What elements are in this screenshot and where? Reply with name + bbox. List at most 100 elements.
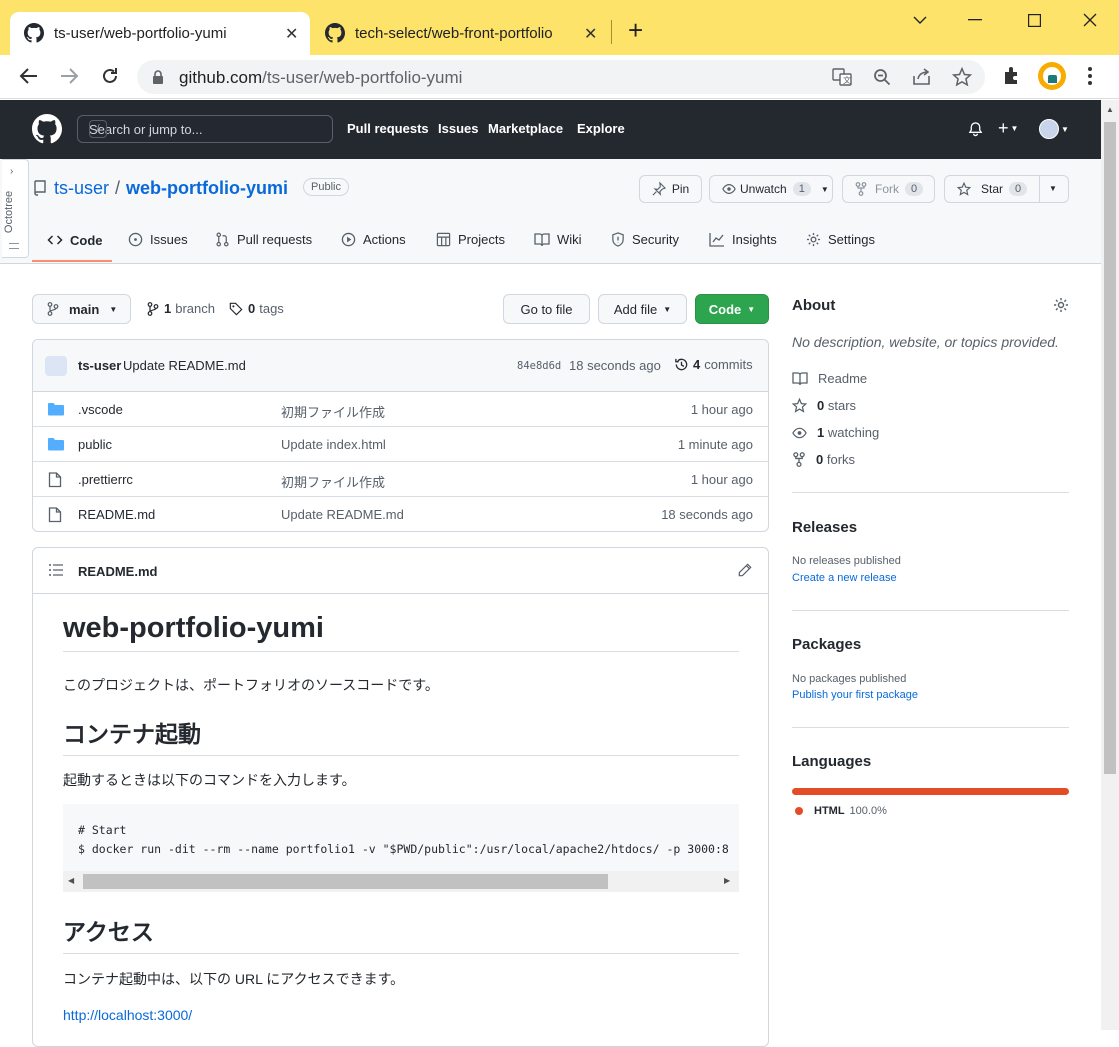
file-commit-message[interactable]: 初期ファイル作成: [281, 472, 385, 491]
releases-empty-text: No releases published: [792, 555, 901, 567]
tags-link[interactable]: 0 tags: [229, 301, 284, 316]
file-row[interactable]: .prettierrc 初期ファイル作成 1 hour ago: [33, 462, 768, 497]
extensions-icon[interactable]: [1002, 66, 1022, 86]
tab-security[interactable]: Security: [611, 232, 679, 247]
scroll-right-icon[interactable]: ▶: [724, 876, 730, 885]
maximize-icon[interactable]: [1014, 8, 1054, 32]
pencil-edit-icon[interactable]: [738, 563, 752, 577]
scrollbar-thumb[interactable]: [1104, 122, 1116, 774]
language-item[interactable]: HTML 100.0%: [795, 805, 887, 817]
readme-link[interactable]: Readme: [792, 371, 867, 386]
create-new-plus-icon[interactable]: + ▼: [998, 119, 1018, 138]
tab-insights-label: Insights: [732, 232, 777, 247]
forks-link[interactable]: 0 forks: [792, 452, 855, 467]
file-name[interactable]: public: [78, 437, 112, 452]
tab-settings[interactable]: Settings: [806, 232, 875, 247]
repo-owner-link[interactable]: ts-user: [54, 178, 109, 199]
github-logo-icon[interactable]: [32, 114, 62, 144]
reload-icon[interactable]: [100, 66, 120, 86]
tab-search-icon[interactable]: [900, 8, 940, 32]
gear-icon[interactable]: [1053, 297, 1069, 313]
file-name[interactable]: .prettierrc: [78, 472, 133, 487]
tab-projects[interactable]: Projects: [436, 232, 505, 247]
page-vertical-scrollbar[interactable]: ▲: [1101, 100, 1119, 1030]
repo-name-link[interactable]: web-portfolio-yumi: [126, 178, 288, 199]
commit-author[interactable]: ts-user: [78, 358, 121, 373]
publish-package-link[interactable]: Publish your first package: [792, 689, 918, 701]
file-row[interactable]: README.md Update README.md 18 seconds ag…: [33, 497, 768, 531]
new-tab-button[interactable]: +: [628, 16, 643, 44]
gear-icon: [806, 232, 821, 247]
file-name[interactable]: .vscode: [78, 402, 123, 417]
horizontal-scrollbar[interactable]: ◀ ▶: [63, 871, 739, 892]
releases-title[interactable]: Releases: [792, 519, 857, 536]
list-unordered-icon[interactable]: [49, 564, 63, 576]
commits-history-link[interactable]: 4 commits: [674, 357, 753, 372]
notification-bell-icon[interactable]: [968, 121, 983, 137]
user-avatar-menu[interactable]: ▼: [1039, 119, 1069, 139]
author-avatar[interactable]: [45, 356, 67, 376]
add-file-button[interactable]: Add file ▼: [598, 294, 687, 324]
commit-sha[interactable]: 84e8d6d: [517, 360, 561, 372]
watching-link[interactable]: 1 watching: [792, 425, 879, 440]
create-release-link[interactable]: Create a new release: [792, 572, 897, 584]
file-name[interactable]: README.md: [78, 507, 155, 522]
pin-button[interactable]: Pin: [639, 175, 702, 203]
file-commit-message[interactable]: Update index.html: [281, 437, 386, 452]
translate-icon[interactable]: 文: [832, 68, 852, 86]
code-button[interactable]: Code ▼: [695, 294, 769, 324]
share-icon[interactable]: [912, 68, 932, 86]
close-tab-icon[interactable]: ✕: [584, 24, 597, 44]
tab-pull-requests[interactable]: Pull requests: [215, 232, 312, 247]
unwatch-button[interactable]: Unwatch 1 ▼: [709, 175, 833, 203]
branches-link[interactable]: 1 branch: [147, 301, 215, 316]
minimize-icon[interactable]: [955, 8, 995, 32]
bookmark-star-icon[interactable]: [952, 67, 972, 87]
close-tab-icon[interactable]: ✕: [285, 24, 298, 44]
address-bar[interactable]: github.com/ts-user/web-portfolio-yumi 文: [137, 60, 985, 94]
forward-icon[interactable]: [59, 66, 79, 86]
readme-link[interactable]: http://localhost:3000/: [63, 1007, 192, 1023]
readme-filename[interactable]: README.md: [78, 564, 157, 579]
zoom-icon[interactable]: [873, 68, 891, 86]
close-window-icon[interactable]: [1070, 8, 1110, 32]
nav-pull-requests[interactable]: Pull requests: [347, 121, 429, 136]
tab-issues[interactable]: Issues: [128, 232, 188, 247]
file-row[interactable]: public Update index.html 1 minute ago: [33, 427, 768, 462]
back-icon[interactable]: [19, 66, 39, 86]
commit-message[interactable]: Update README.md: [123, 358, 246, 373]
user-avatar-icon: [1039, 119, 1059, 139]
octotree-toggle[interactable]: › Octotree: [2, 159, 29, 258]
star-button[interactable]: Star 0 ▼: [944, 175, 1069, 203]
file-row[interactable]: .vscode 初期ファイル作成 1 hour ago: [33, 392, 768, 427]
tab-code[interactable]: Code: [47, 232, 103, 248]
nav-issues[interactable]: Issues: [438, 121, 478, 136]
tab-insights[interactable]: Insights: [709, 232, 777, 247]
packages-title[interactable]: Packages: [792, 636, 861, 653]
lock-icon[interactable]: [152, 70, 164, 84]
scrollbar-thumb[interactable]: [83, 874, 608, 889]
chrome-menu-icon[interactable]: [1087, 66, 1093, 86]
stars-link[interactable]: 0 stars: [792, 398, 856, 413]
file-icon: [48, 507, 62, 523]
scroll-left-icon[interactable]: ◀: [68, 876, 74, 885]
file-commit-message[interactable]: 初期ファイル作成: [281, 402, 385, 421]
go-to-file-button[interactable]: Go to file: [503, 294, 590, 324]
star-list-caret-icon[interactable]: ▼: [1049, 184, 1057, 193]
language-bar: [792, 788, 1069, 795]
nav-explore[interactable]: Explore: [577, 121, 625, 136]
tab-actions[interactable]: Actions: [341, 232, 406, 247]
profile-avatar[interactable]: [1038, 62, 1066, 90]
caret-down-icon: ▼: [820, 184, 829, 194]
tab-wiki[interactable]: Wiki: [534, 232, 582, 247]
branch-select-button[interactable]: main ▼: [32, 294, 131, 324]
scroll-up-icon[interactable]: ▲: [1106, 105, 1114, 114]
tab-divider: [611, 20, 612, 44]
fork-button[interactable]: Fork 0: [842, 175, 935, 203]
search-input[interactable]: Search or jump to... /: [77, 115, 333, 143]
browser-tab-active[interactable]: ts-user/web-portfolio-yumi ✕: [10, 12, 310, 55]
file-commit-message[interactable]: Update README.md: [281, 507, 404, 522]
browser-tab[interactable]: tech-select/web-front-portfolio ✕: [311, 12, 609, 55]
repo-path-separator: /: [115, 178, 121, 198]
nav-marketplace[interactable]: Marketplace: [488, 121, 563, 136]
